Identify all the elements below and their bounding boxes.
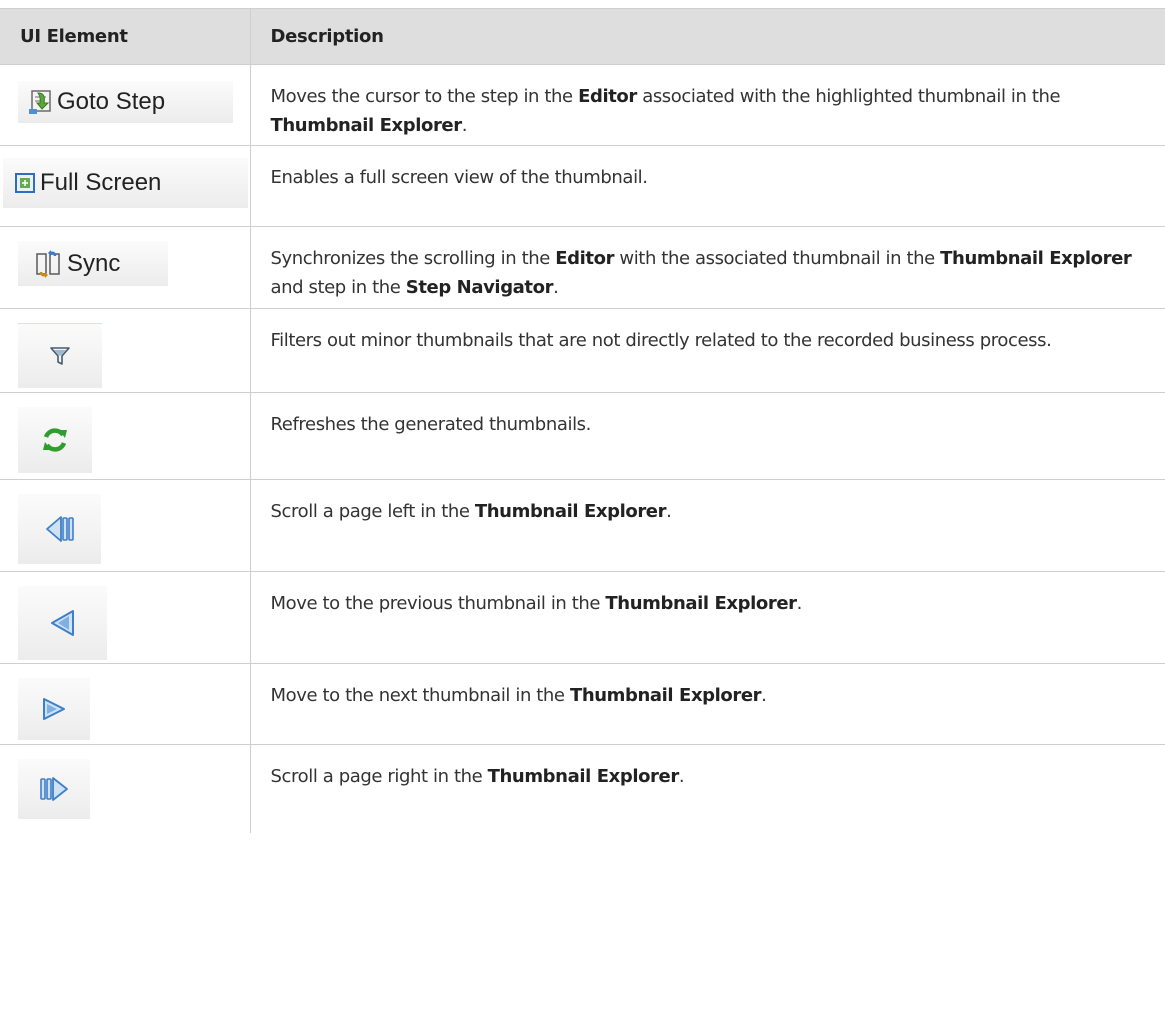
full-screen-icon	[13, 171, 37, 195]
ui-element-cell	[0, 308, 251, 393]
ui-element-cell	[0, 479, 251, 572]
description-text: Scroll a page right in the	[270, 766, 488, 787]
ui-term: Thumbnail Explorer	[569, 685, 762, 706]
next-icon	[39, 694, 69, 724]
description-cell: Scroll a page right in the Thumbnail Exp…	[249, 744, 1165, 833]
next-button[interactable]	[18, 678, 90, 740]
description-cell: Enables a full screen view of the thumbn…	[249, 145, 1165, 227]
description-text: with the associated thumbnail in the	[614, 248, 941, 269]
filter-icon	[48, 344, 72, 368]
description-text: Enables a full screen view of the thumbn…	[270, 167, 648, 188]
table-row: Full Screen Enables a full screen view o…	[0, 145, 1165, 227]
ui-term: Thumbnail Explorer	[605, 593, 797, 614]
description-text: .	[796, 593, 803, 614]
scroll-page-left-button[interactable]	[18, 494, 101, 564]
sync-button[interactable]: Sync	[18, 241, 168, 286]
description-text: .	[678, 766, 685, 787]
refresh-icon	[40, 425, 70, 455]
ui-term: Thumbnail Explorer	[487, 766, 680, 787]
description-text: .	[666, 501, 672, 522]
description-text: Scroll a page left in the	[270, 501, 475, 522]
description-cell: Synchronizes the scrolling in the Editor…	[249, 226, 1165, 309]
description-text: Synchronizes the scrolling in the	[270, 248, 556, 269]
ui-element-cell: Sync	[0, 226, 251, 309]
scroll-page-left-icon	[43, 512, 77, 546]
sync-label: Sync	[67, 249, 121, 277]
table-row: Move to the next thumbnail in the Thumbn…	[0, 663, 1165, 745]
ui-elements-table: UI Element Description Goto Step Moves t…	[0, 8, 1165, 833]
description-text: Move to the previous thumbnail in the	[270, 593, 606, 614]
description-cell: Refreshes the generated thumbnails.	[249, 392, 1165, 480]
description-cell: Move to the previous thumbnail in the Th…	[249, 571, 1165, 664]
previous-icon	[46, 606, 80, 640]
ui-term: Thumbnail Explorer	[474, 501, 667, 522]
description-text: Refreshes the generated thumbnails.	[270, 414, 592, 435]
filter-button[interactable]	[18, 323, 102, 388]
ui-term: Step Navigator	[405, 277, 554, 298]
table-header-row: UI Element Description	[0, 8, 1165, 65]
description-text: .	[761, 685, 767, 706]
description-cell: Moves the cursor to the step in the Edit…	[249, 64, 1165, 146]
table-row: Goto Step Moves the cursor to the step i…	[0, 64, 1165, 146]
scroll-page-right-button[interactable]	[18, 759, 90, 819]
description-cell: Scroll a page left in the Thumbnail Expl…	[249, 479, 1165, 572]
goto-step-label: Goto Step	[57, 88, 166, 115]
refresh-button[interactable]	[18, 407, 92, 473]
header-description: Description	[249, 8, 1165, 65]
description-text: Filters out minor thumbnails that are no…	[270, 330, 1052, 351]
description-text: .	[553, 277, 559, 298]
description-cell: Move to the next thumbnail in the Thumbn…	[249, 663, 1165, 745]
table-row: Scroll a page left in the Thumbnail Expl…	[0, 479, 1165, 572]
ui-term: Thumbnail Explorer	[270, 115, 463, 136]
goto-step-button[interactable]: Goto Step	[18, 81, 233, 123]
description-text: Move to the next thumbnail in the	[270, 685, 570, 706]
ui-element-cell: Goto Step	[0, 64, 251, 146]
description-text: Moves the cursor to the step in the	[270, 86, 579, 107]
table-row: Sync Synchronizes the scrolling in the E…	[0, 226, 1165, 309]
ui-element-cell	[0, 663, 251, 745]
scroll-page-right-icon	[38, 774, 70, 804]
ui-element-cell	[0, 392, 251, 480]
goto-step-icon	[26, 87, 54, 117]
full-screen-button[interactable]: Full Screen	[3, 158, 248, 208]
table-row: Refreshes the generated thumbnails.	[0, 392, 1165, 480]
description-cell: Filters out minor thumbnails that are no…	[249, 308, 1165, 393]
sync-icon	[34, 249, 64, 279]
description-text: .	[461, 115, 468, 136]
ui-element-cell	[0, 744, 251, 833]
ui-element-cell	[0, 571, 251, 664]
description-text: associated with the highlighted thumbnai…	[636, 86, 1061, 107]
header-ui-element: UI Element	[0, 8, 251, 65]
table-row: Filters out minor thumbnails that are no…	[0, 308, 1165, 393]
table-row: Move to the previous thumbnail in the Th…	[0, 571, 1165, 664]
ui-term: Editor	[555, 248, 615, 269]
ui-element-cell: Full Screen	[0, 145, 251, 227]
full-screen-label: Full Screen	[40, 169, 162, 196]
previous-button[interactable]	[18, 586, 107, 660]
table-row: Scroll a page right in the Thumbnail Exp…	[0, 744, 1165, 833]
ui-term: Thumbnail Explorer	[940, 248, 1132, 269]
description-text: and step in the	[270, 277, 406, 298]
ui-term: Editor	[578, 86, 637, 107]
